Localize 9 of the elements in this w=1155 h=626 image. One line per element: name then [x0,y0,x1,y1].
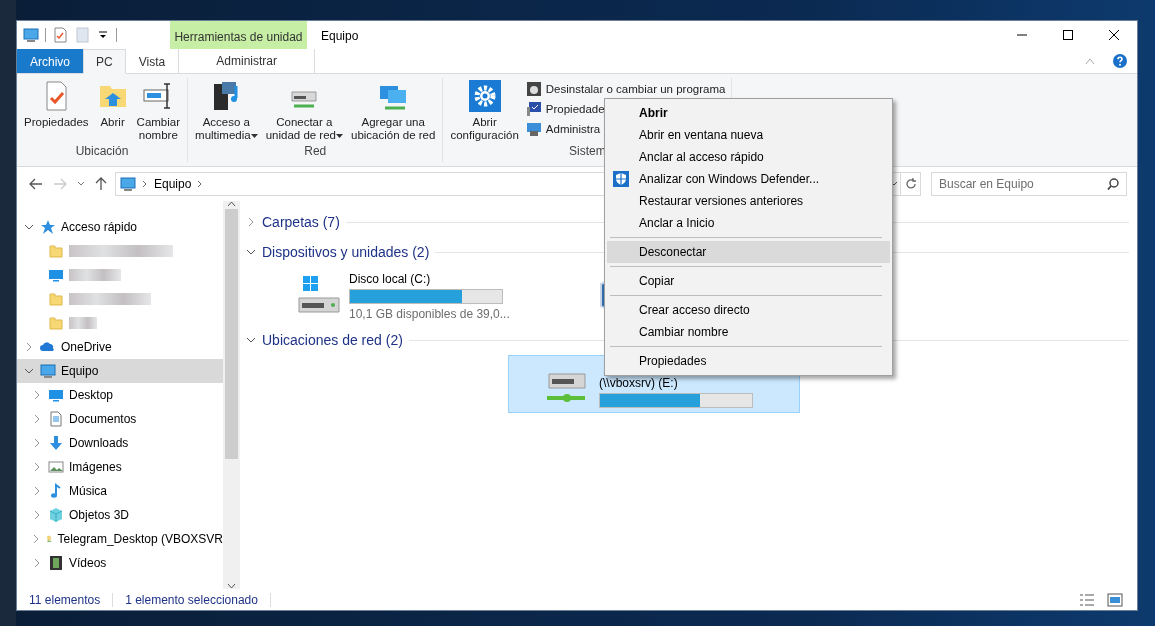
group-label: Red [304,144,327,160]
drive-space: 10,1 GB disponibles de 39,0... [349,306,511,321]
context-tab-header: Herramientas de unidad [170,21,307,49]
drive-label: Disco local (C:) [349,271,432,286]
item-count: 11 elementos [29,592,101,607]
window-title: Equipo [320,28,360,45]
selection-count: 1 elemento seleccionado [125,592,258,607]
group-label: Ubicación [75,144,129,160]
drive-label: (\\vboxsrv) (E:) [599,376,679,390]
